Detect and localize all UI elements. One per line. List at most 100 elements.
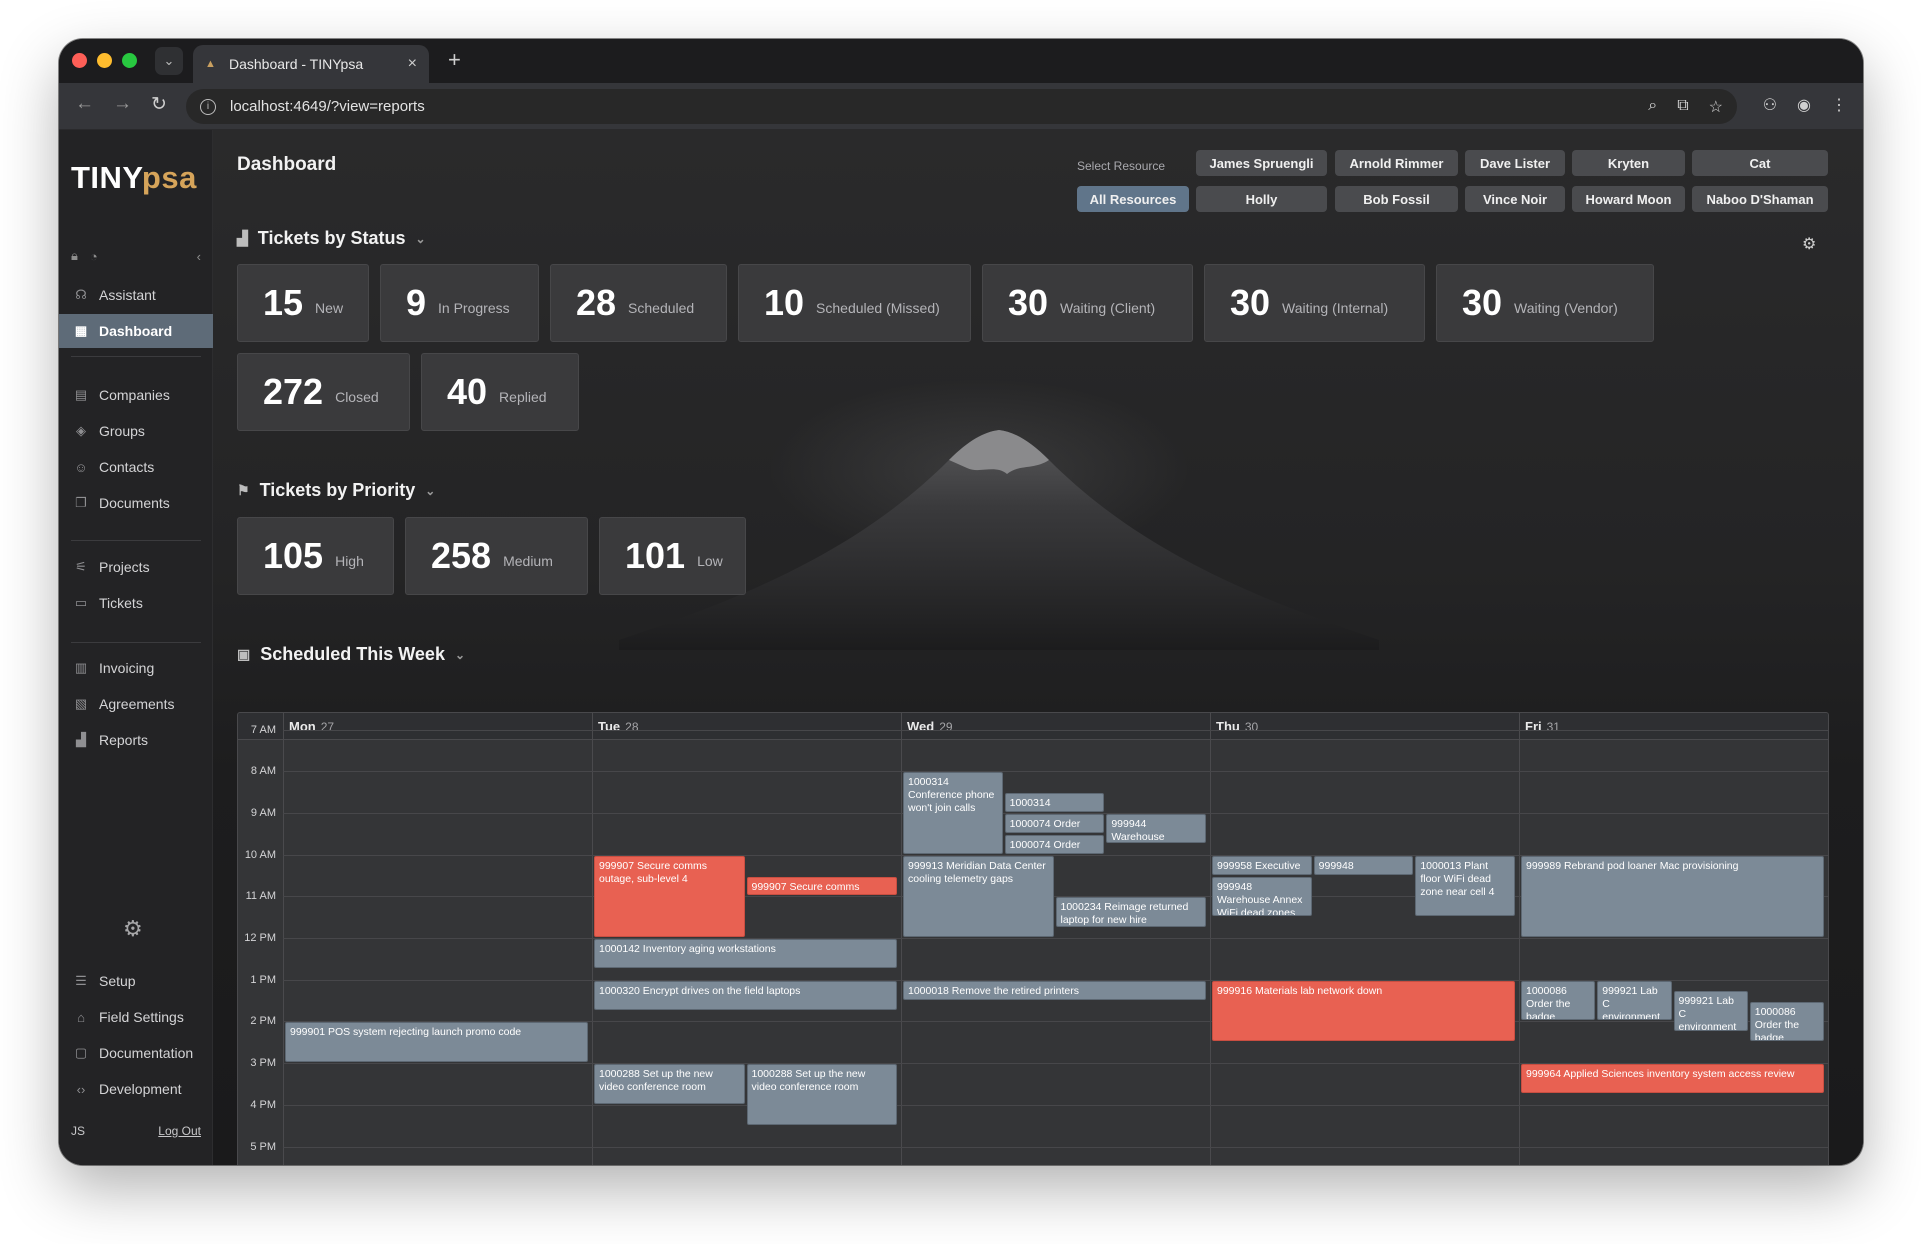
close-window-button[interactable] xyxy=(72,53,87,68)
priority-card[interactable]: 258 Medium xyxy=(405,517,588,595)
maximize-window-button[interactable] xyxy=(122,53,137,68)
new-tab-button[interactable]: + xyxy=(448,47,461,73)
reload-icon[interactable]: ↻ xyxy=(151,93,167,116)
calendar-event[interactable]: 1000320 Encrypt drives on the field lapt… xyxy=(594,980,897,1011)
extensions-icon[interactable]: ⚇ xyxy=(1763,95,1777,115)
status-card[interactable]: 9 In Progress xyxy=(380,264,539,342)
hour-label: 9 AM xyxy=(250,806,276,819)
status-card[interactable]: 30 Waiting (Internal) xyxy=(1204,264,1425,342)
install-icon[interactable]: ⧉ xyxy=(1677,97,1688,117)
calendar-event[interactable]: 1000314 Conference phone won't join call… xyxy=(903,772,1003,854)
sidebar-item-assistant[interactable]: ☊ Assistant xyxy=(59,278,213,312)
profile-icon[interactable]: ◉ xyxy=(1797,95,1811,115)
back-icon[interactable]: ← xyxy=(75,93,94,115)
status-card[interactable]: 30 Waiting (Client) xyxy=(982,264,1193,342)
resource-button[interactable]: Kryten xyxy=(1572,150,1685,176)
sidebar-item-label: Agreements xyxy=(99,696,175,712)
calendar-event[interactable]: 999964 Applied Sciences inventory system… xyxy=(1521,1064,1824,1094)
gear-icon[interactable]: ⚙ xyxy=(123,916,143,942)
status-card[interactable]: 40 Replied xyxy=(421,353,579,431)
resource-button[interactable]: Arnold Rimmer xyxy=(1335,150,1458,176)
kebab-menu-icon[interactable]: ⋮ xyxy=(1831,95,1847,115)
calendar-event[interactable]: 999916 Materials lab network down xyxy=(1212,980,1515,1042)
browser-toolbar: ← → ↻ i localhost:4649/?view=reports ⌕ ⧉… xyxy=(59,83,1863,130)
priority-card[interactable]: 105 High xyxy=(237,517,394,595)
sidebar-item-documents[interactable]: ❐ Documents xyxy=(59,486,213,520)
calendar-event[interactable]: 1000288 Set up the new video conference … xyxy=(746,1064,897,1125)
resource-button[interactable]: Cat xyxy=(1692,150,1828,176)
minimize-window-button[interactable] xyxy=(97,53,112,68)
status-card[interactable]: 272 Closed xyxy=(237,353,410,431)
resource-button-all[interactable]: All Resources xyxy=(1077,186,1189,212)
calendar-event[interactable]: 1000074 Order access points and xyxy=(1004,834,1105,854)
status-card[interactable]: 30 Waiting (Vendor) xyxy=(1436,264,1654,342)
calendar-event[interactable]: 999948 Warehouse Annex xyxy=(1313,855,1414,875)
sidebar-item-contacts[interactable]: ☺ Contacts xyxy=(59,450,213,484)
priority-card[interactable]: 101 Low xyxy=(599,517,746,595)
calendar-event[interactable]: 1000314 Conference phone won't join call… xyxy=(1004,793,1105,812)
week-calendar[interactable]: Mon 27 Tue 28 Wed 29 Thu 30 Fri 31 7 AM 8 AM 9 … xyxy=(237,712,1829,1165)
resource-button[interactable]: Vince Noir xyxy=(1465,186,1565,212)
resource-button[interactable]: Holly xyxy=(1196,186,1327,212)
calendar-event[interactable]: 1000086 Order the badge xyxy=(1749,1001,1824,1042)
calendar-event[interactable]: 999907 Secure comms outage, sub-level 4 xyxy=(746,876,897,896)
palette-icon[interactable]: ◔ xyxy=(90,249,98,264)
calendar-event[interactable]: 1000013 Plant floor WiFi dead zone near … xyxy=(1415,855,1515,917)
resource-button[interactable]: Naboo D'Shaman xyxy=(1692,186,1828,212)
calendar-event[interactable]: 999913 Meridian Data Center cooling tele… xyxy=(903,855,1054,938)
sidebar-item-development[interactable]: ‹› Development xyxy=(59,1072,213,1106)
calendar-event[interactable]: 999901 POS system rejecting launch promo… xyxy=(285,1022,588,1063)
calendar-event[interactable]: 999907 Secure comms outage, sub-level 4 xyxy=(594,855,745,938)
gear-icon[interactable]: ⚙ xyxy=(1802,234,1816,254)
resource-button[interactable]: Bob Fossil xyxy=(1335,186,1458,212)
sidebar-item-invoicing[interactable]: ▥ Invoicing xyxy=(59,651,213,685)
calendar-event[interactable]: 1000074 Order access points and xyxy=(1004,813,1105,833)
resource-button[interactable]: Howard Moon xyxy=(1572,186,1685,212)
calendar-event[interactable]: 999989 Rebrand pod loaner Mac provisioni… xyxy=(1521,855,1824,938)
sidebar-item-projects[interactable]: ⚟ Projects xyxy=(59,550,213,584)
tab-search-button[interactable]: ⌄ xyxy=(155,47,183,75)
address-bar[interactable]: i localhost:4649/?view=reports ⌕ ⧉ ☆ xyxy=(186,89,1737,124)
section-header-priority[interactable]: ⚑ Tickets by Priority ⌄ xyxy=(237,480,435,501)
sidebar-item-field-settings[interactable]: ⌂ Field Settings xyxy=(59,1000,213,1034)
forward-icon[interactable]: → xyxy=(113,93,132,115)
calendar-event[interactable]: 999921 Lab C environment xyxy=(1673,991,1748,1031)
sidebar-item-documentation[interactable]: ▢ Documentation xyxy=(59,1036,213,1070)
user-initials: JS xyxy=(71,1124,86,1138)
resource-button[interactable]: James Spruengli xyxy=(1196,150,1327,176)
sidebar-item-dashboard[interactable]: ▦ Dashboard xyxy=(59,314,213,348)
calendar-event[interactable]: 999948 Warehouse Annex WiFi dead zones xyxy=(1212,876,1312,917)
section-header-schedule[interactable]: ▣ Scheduled This Week ⌄ xyxy=(237,644,465,665)
logout-link[interactable]: Log Out xyxy=(158,1124,201,1138)
status-count: 40 xyxy=(447,371,488,412)
bookmark-star-icon[interactable]: ☆ xyxy=(1709,97,1723,117)
browser-tab[interactable]: ▲ Dashboard - TINYpsa × xyxy=(193,45,429,83)
close-tab-icon[interactable]: × xyxy=(408,55,417,73)
sidebar-item-tickets[interactable]: ▭ Tickets xyxy=(59,586,213,620)
status-card[interactable]: 15 New xyxy=(237,264,369,342)
sidebar-item-companies[interactable]: ▤ Companies xyxy=(59,378,213,412)
resource-button[interactable]: Dave Lister xyxy=(1465,150,1565,176)
section-title: Scheduled This Week xyxy=(260,644,445,664)
calendar-event[interactable]: 1000142 Inventory aging workstations xyxy=(594,939,897,969)
calendar-event[interactable]: 999944 Warehouse xyxy=(1106,813,1206,844)
sidebar-item-reports[interactable]: ▟ Reports xyxy=(59,723,213,757)
app-logo[interactable]: TINYpsa xyxy=(71,160,197,196)
site-info-icon[interactable]: i xyxy=(200,98,216,115)
lock-icon[interactable]: 🔒︎ xyxy=(71,248,78,264)
sidebar-item-agreements[interactable]: ▧ Agreements xyxy=(59,687,213,721)
calendar-event[interactable]: 999958 Executive off-site AV and xyxy=(1212,855,1312,875)
calendar-event[interactable]: 1000018 Remove the retired printers xyxy=(903,980,1206,1000)
calendar-event[interactable]: 1000288 Set up the new video conference … xyxy=(594,1064,745,1104)
calendar-event[interactable]: 1000234 Reimage returned laptop for new … xyxy=(1055,897,1206,927)
calendar-event[interactable]: 999921 Lab C environment xyxy=(1597,980,1672,1021)
sidebar-item-groups[interactable]: ◈ Groups xyxy=(59,414,213,448)
zoom-icon[interactable]: ⌕ xyxy=(1648,97,1657,117)
favicon-icon: ▲ xyxy=(205,58,216,70)
sidebar-item-setup[interactable]: ☰ Setup xyxy=(59,964,213,998)
status-card[interactable]: 28 Scheduled xyxy=(550,264,727,342)
status-card[interactable]: 10 Scheduled (Missed) xyxy=(738,264,971,342)
calendar-event[interactable]: 1000086 Order the badge xyxy=(1521,980,1596,1021)
section-header-status[interactable]: ▟ Tickets by Status ⌄ xyxy=(237,228,426,249)
collapse-sidebar-icon[interactable]: ‹ xyxy=(197,249,201,264)
